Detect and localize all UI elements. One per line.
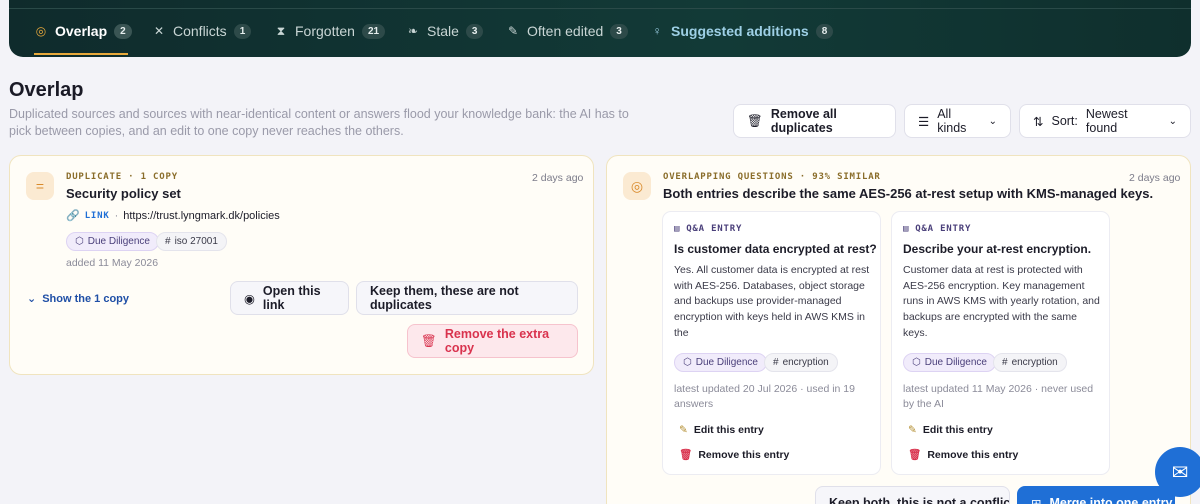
chat-bubble-icon: ✉ xyxy=(1171,461,1189,484)
remove-entry-button[interactable]: 🗑 Remove this entry xyxy=(679,448,789,462)
chevron-down-icon: ⌄ xyxy=(1168,115,1177,127)
pencil-icon: ✎ xyxy=(507,24,519,38)
edit-entry-button[interactable]: ✎ Edit this entry xyxy=(908,424,993,436)
chevron-down-icon: ⌄ xyxy=(27,293,37,305)
eye-icon: ◉ xyxy=(244,291,255,306)
open-link-button[interactable]: ◉ Open this link xyxy=(230,281,349,315)
keep-both-button[interactable]: Keep both, this is not a conflict xyxy=(815,486,1010,504)
remove-all-duplicates-button[interactable]: 🗑 Remove all duplicates xyxy=(733,104,896,138)
card-timestamp: 2 days ago xyxy=(532,172,584,184)
leaf-icon: ❧ xyxy=(407,24,419,38)
card-title: Both entries describe the same AES-256 a… xyxy=(663,186,1154,201)
chat-assistant-button[interactable]: ✉ xyxy=(1155,447,1200,497)
chat-icon: ▤ xyxy=(674,224,681,234)
page-description: Duplicated sources and sources with near… xyxy=(9,107,629,138)
cube-icon: ⬡ xyxy=(912,357,921,368)
link-icon: 🔗 xyxy=(66,210,80,222)
page-title: Overlap xyxy=(9,79,84,101)
sliders-icon: ☰ xyxy=(918,114,930,129)
card-timestamp: 2 days ago xyxy=(1129,172,1181,184)
trash-icon: 🗑 xyxy=(421,333,437,348)
conflicts-icon: ✕ xyxy=(153,24,165,38)
entry-kind: ▤ Q&A ENTRY xyxy=(674,224,743,234)
tab-overlap[interactable]: ◎ Overlap 2 xyxy=(34,18,132,44)
duplicate-icon: = xyxy=(26,172,54,200)
entry-body: Customer data at rest is protected with … xyxy=(903,264,1100,339)
pencil-icon: ✎ xyxy=(679,424,688,436)
tab-stale[interactable]: ❧ Stale 3 xyxy=(406,18,484,44)
tab-often-edited[interactable]: ✎ Often edited 3 xyxy=(506,18,628,44)
tab-forgotten[interactable]: ⧗ Forgotten 21 xyxy=(274,18,386,44)
tag-chip[interactable]: ⬡ Due Diligence xyxy=(66,232,159,251)
trash-icon: 🗑 xyxy=(747,113,763,128)
entry-title: Is customer data encrypted at rest? xyxy=(674,242,877,256)
card-kind: OVERLAPPING QUESTIONS · 93% SIMILAR xyxy=(663,172,881,182)
entry-title: Describe your at-rest encryption. xyxy=(903,242,1092,256)
tab-conflicts[interactable]: ✕ Conflicts 1 xyxy=(152,18,252,44)
card-kind: DUPLICATE · 1 COPY xyxy=(66,172,178,182)
active-tab-indicator xyxy=(34,53,128,55)
added-date: added 11 May 2026 xyxy=(66,257,159,269)
lightbulb-icon: ♀ xyxy=(652,24,662,38)
overlap-icon: ◎ xyxy=(623,172,651,200)
tab-suggested-additions[interactable]: ♀ Suggested additions 8 xyxy=(650,18,834,44)
card-title: Security policy set xyxy=(66,186,181,201)
tab-bar-divider xyxy=(9,8,1191,9)
hourglass-icon: ⧗ xyxy=(276,24,286,38)
merge-entries-button[interactable]: ⊞ Merge into one entry xyxy=(1017,486,1175,504)
hash-icon: # xyxy=(773,357,779,368)
tag-chip[interactable]: # encryption xyxy=(993,353,1067,372)
pencil-icon: ✎ xyxy=(908,424,917,436)
cube-icon: ⬡ xyxy=(683,357,692,368)
cube-icon: ⬡ xyxy=(75,236,84,247)
keep-not-duplicates-button[interactable]: Keep them, these are not duplicates xyxy=(356,281,578,315)
show-copy-toggle[interactable]: ⌄ Show the 1 copy xyxy=(27,292,129,306)
entry-body: Yes. All customer data is encrypted at r… xyxy=(674,264,870,339)
entry-meta: latest updated 11 May 2026 · never used … xyxy=(903,383,1094,410)
overlap-icon: ◎ xyxy=(35,24,47,38)
tag-chip[interactable]: ⬡ Due Diligence xyxy=(903,353,996,372)
sort-icon: ⇅ xyxy=(1033,114,1044,129)
source-url[interactable]: https://trust.lyngmark.dk/policies xyxy=(123,210,280,222)
source-link-row: 🔗 LINK · https://trust.lyngmark.dk/polic… xyxy=(66,209,280,223)
hash-icon: # xyxy=(1002,357,1008,368)
qa-entry-card: ▤ Q&A ENTRY Describe your at-rest encrypt… xyxy=(891,211,1110,475)
remove-extra-copy-button[interactable]: 🗑 Remove the extra copy xyxy=(407,324,578,358)
kinds-filter-dropdown[interactable]: ☰ All kinds ⌄ xyxy=(904,104,1011,138)
remove-entry-button[interactable]: 🗑 Remove this entry xyxy=(908,448,1018,462)
tag-chip[interactable]: # encryption xyxy=(764,353,838,372)
merge-icon: ⊞ xyxy=(1031,496,1042,504)
sort-dropdown[interactable]: ⇅ Sort: Newest found ⌄ xyxy=(1019,104,1191,138)
tag-chip[interactable]: ⬡ Due Diligence xyxy=(674,353,767,372)
tag-chip[interactable]: # iso 27001 xyxy=(156,232,227,251)
qa-entry-card: ▤ Q&A ENTRY Is customer data encrypted at… xyxy=(662,211,881,475)
chevron-down-icon: ⌄ xyxy=(988,115,997,127)
entry-meta: latest updated 20 Jul 2026 · used in 19 … xyxy=(674,383,855,410)
hash-icon: # xyxy=(165,236,171,247)
duplicate-card: = DUPLICATE · 1 COPY Security policy set… xyxy=(9,155,594,375)
trash-icon: 🗑 xyxy=(908,449,922,461)
trash-icon: 🗑 xyxy=(679,449,693,461)
edit-entry-button[interactable]: ✎ Edit this entry xyxy=(679,424,764,436)
chat-icon: ▤ xyxy=(903,224,910,234)
entry-kind: ▤ Q&A ENTRY xyxy=(903,224,972,234)
